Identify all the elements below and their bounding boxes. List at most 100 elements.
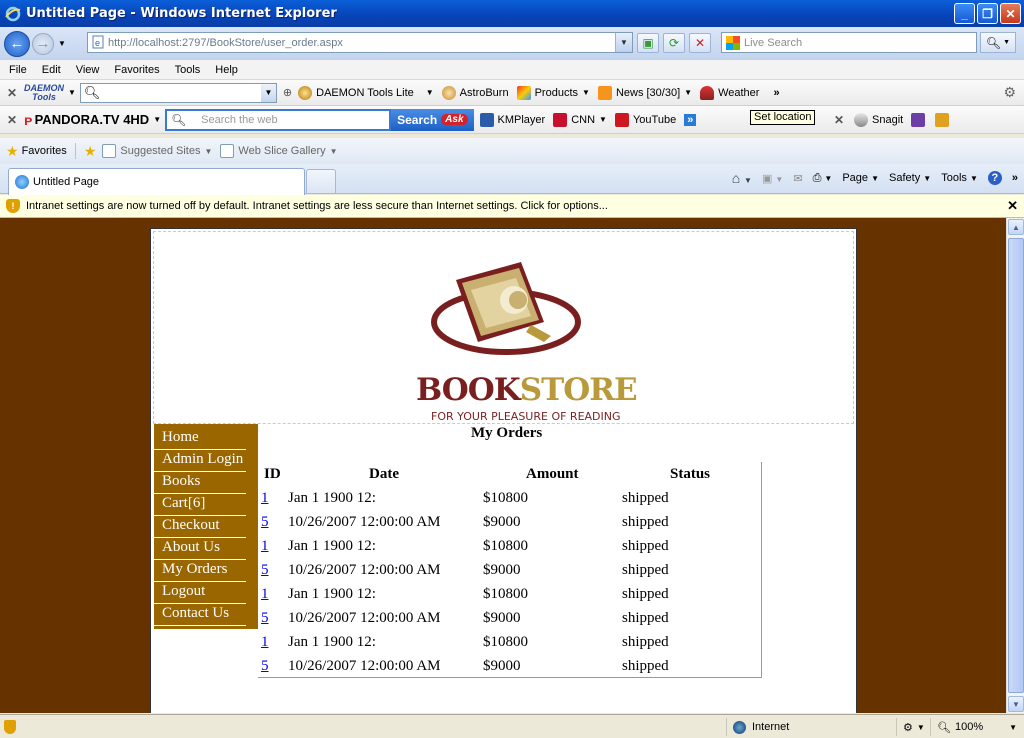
- magnifier-icon: 🔍︎: [985, 35, 1002, 50]
- daemon-logo-line2: Tools: [32, 91, 56, 102]
- menu-edit[interactable]: Edit: [36, 64, 67, 76]
- weather-button[interactable]: Weather: [700, 85, 759, 100]
- menu-favorites[interactable]: Favorites: [108, 64, 165, 76]
- help-icon[interactable]: ?: [987, 171, 1002, 185]
- mail-icon[interactable]: ✉: [793, 172, 802, 185]
- address-dropdown-icon[interactable]: ▼: [615, 33, 632, 52]
- more-commands-chevron[interactable]: »: [1012, 172, 1018, 184]
- nav-books[interactable]: Books: [154, 472, 246, 494]
- minimize-button[interactable]: _: [954, 3, 975, 24]
- scroll-down-icon[interactable]: ▼: [1008, 696, 1024, 712]
- column-header-date: Date: [369, 466, 399, 482]
- close-toolbar-icon[interactable]: ✕: [832, 113, 846, 127]
- search-icon: 🔍︎: [83, 84, 101, 100]
- restore-button[interactable]: ❐: [977, 3, 998, 24]
- snagit-button[interactable]: Snagit: [854, 112, 903, 127]
- chevron-down-icon[interactable]: ▼: [153, 115, 161, 124]
- protected-mode-icon[interactable]: ⚙ ▼: [896, 718, 926, 736]
- favorites-star-icon: ★: [6, 142, 19, 159]
- vertical-scrollbar[interactable]: ▲ ▼: [1006, 218, 1024, 713]
- page-menu[interactable]: Page ▼: [842, 172, 879, 184]
- more-chevron[interactable]: »: [773, 87, 779, 99]
- snagit-icon: [854, 112, 868, 127]
- order-status: shipped: [622, 514, 669, 530]
- back-button[interactable]: ←: [4, 30, 30, 57]
- zone-label: Internet: [752, 721, 790, 733]
- order-id-link[interactable]: 5: [261, 610, 269, 626]
- order-date: 10/26/2007 12:00:00 AM: [288, 658, 441, 674]
- information-bar[interactable]: ! Intranet settings are now turned off b…: [0, 195, 1024, 218]
- nav-my-orders[interactable]: My Orders: [154, 560, 246, 582]
- new-tab-button[interactable]: [306, 169, 336, 193]
- zoom-level[interactable]: 🔍︎ 100% ▼: [930, 718, 1020, 736]
- nav-admin-login[interactable]: Admin Login: [154, 450, 246, 472]
- nav-home[interactable]: Home: [154, 428, 246, 450]
- astroburn-button[interactable]: AstroBurn: [441, 85, 509, 100]
- daemon-logo: DAEMON Tools: [24, 83, 64, 102]
- web-search-input[interactable]: 🔍︎ Search the web: [165, 108, 392, 131]
- ask-search-button[interactable]: Search Ask: [391, 108, 474, 131]
- daemon-tools-lite-button[interactable]: DAEMON Tools Lite ▼: [298, 85, 434, 100]
- address-bar[interactable]: e http://localhost:2797/BookStore/user_o…: [87, 32, 633, 53]
- cnn-button[interactable]: CNN ▼: [553, 112, 607, 127]
- live-search-input[interactable]: Live Search: [721, 32, 977, 53]
- tab-untitled-page[interactable]: Untitled Page: [8, 168, 305, 195]
- scroll-thumb[interactable]: [1008, 238, 1024, 693]
- youtube-button[interactable]: YouTube: [614, 112, 676, 127]
- compatibility-icon[interactable]: ▣: [637, 33, 659, 53]
- order-id-link[interactable]: 5: [261, 514, 269, 530]
- products-label: Products: [534, 86, 579, 99]
- settings-gear-icon[interactable]: ⚙: [1003, 84, 1016, 101]
- menu-tools[interactable]: Tools: [169, 64, 207, 76]
- daemon-search-input[interactable]: 🔍︎ ▼: [79, 82, 277, 103]
- order-id-link[interactable]: 1: [261, 490, 269, 506]
- page-viewport: BOOKSTORE FOR YOUR PLEASURE OF READING H…: [0, 218, 1006, 713]
- nav-about-us[interactable]: About Us: [154, 538, 246, 560]
- add-favorite-icon[interactable]: ★: [84, 143, 97, 160]
- history-dropdown-icon[interactable]: ▼: [58, 39, 66, 48]
- close-toolbar-icon[interactable]: ✕: [0, 86, 24, 100]
- page-icon: [220, 144, 235, 158]
- safety-menu[interactable]: Safety ▼: [889, 172, 931, 184]
- snagit-capture-icon[interactable]: [911, 112, 926, 127]
- close-button[interactable]: ✕: [1000, 3, 1021, 24]
- web-slice-gallery-button[interactable]: Web Slice Gallery ▼: [220, 144, 338, 158]
- forward-button[interactable]: →: [32, 32, 54, 55]
- suggested-sites-button[interactable]: Suggested Sites ▼: [102, 144, 212, 158]
- kmplayer-button[interactable]: KMPlayer: [479, 112, 545, 127]
- nav-logout[interactable]: Logout: [154, 582, 246, 604]
- zoom-search-icon[interactable]: ⊕: [283, 86, 292, 99]
- feeds-icon[interactable]: ▣ ▼: [762, 172, 783, 185]
- tools-menu[interactable]: Tools ▼: [941, 172, 978, 184]
- daemon-tools-lite-label: DAEMON Tools Lite: [316, 86, 414, 99]
- close-infobar-icon[interactable]: ✕: [1007, 198, 1018, 214]
- nav-checkout[interactable]: Checkout: [154, 516, 246, 538]
- order-id-link[interactable]: 1: [261, 586, 269, 602]
- products-button[interactable]: Products ▼: [516, 85, 590, 100]
- chevron-down-icon[interactable]: ▼: [260, 83, 276, 102]
- order-id-link[interactable]: 1: [261, 538, 269, 554]
- order-id-link[interactable]: 5: [261, 562, 269, 578]
- menu-file[interactable]: File: [3, 64, 33, 76]
- print-icon[interactable]: ⎙ ▼: [813, 172, 833, 185]
- chevron-down-icon[interactable]: ▼: [68, 88, 76, 97]
- scroll-up-icon[interactable]: ▲: [1008, 219, 1024, 235]
- nav-contact-us[interactable]: Contact Us: [154, 604, 246, 626]
- more-chevron[interactable]: »: [684, 113, 697, 126]
- refresh-button[interactable]: ⟳: [663, 33, 685, 53]
- menu-help[interactable]: Help: [209, 64, 244, 76]
- order-id-link[interactable]: 1: [261, 634, 269, 650]
- search-go-button[interactable]: 🔍︎ ▼: [980, 32, 1016, 53]
- news-button[interactable]: News [30/30] ▼: [597, 85, 692, 100]
- stop-button[interactable]: ✕: [689, 33, 711, 53]
- search-icon: 🔍︎: [171, 112, 187, 127]
- menu-view[interactable]: View: [70, 64, 106, 76]
- order-id-link[interactable]: 5: [261, 658, 269, 674]
- close-toolbar-icon[interactable]: ✕: [0, 113, 24, 127]
- zoom-icon: 🔍︎: [937, 721, 951, 734]
- snagit-editor-icon[interactable]: [935, 112, 950, 127]
- nav-cart[interactable]: Cart[6]: [154, 494, 246, 516]
- security-zone[interactable]: Internet: [726, 718, 896, 736]
- favorites-button[interactable]: Favorites: [22, 145, 67, 157]
- home-icon[interactable]: ⌂ ▼: [732, 170, 752, 186]
